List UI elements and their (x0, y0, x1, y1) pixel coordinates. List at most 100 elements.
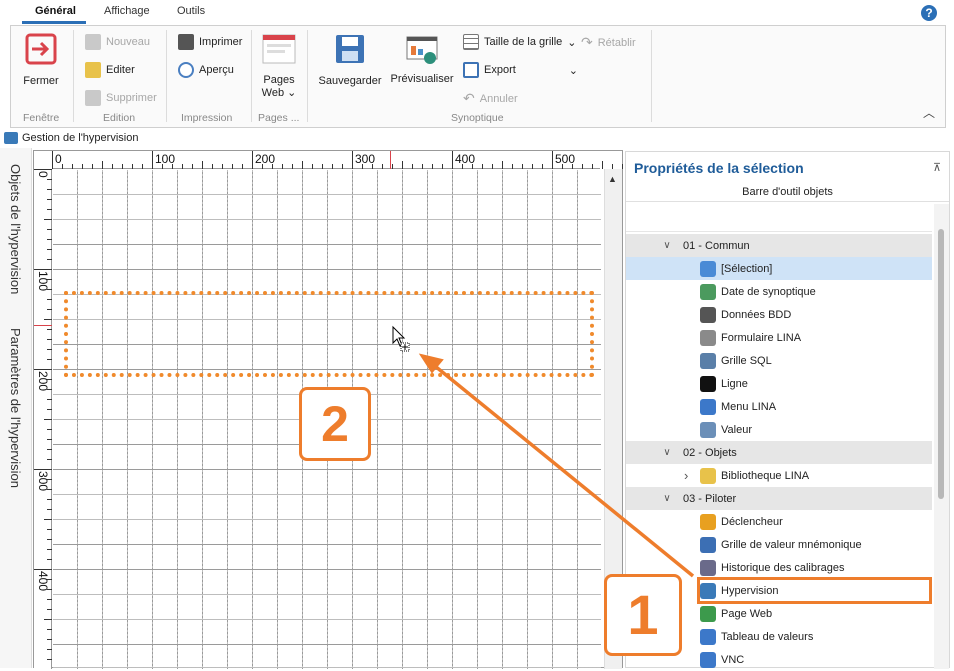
ruler-minor-tick (47, 529, 52, 530)
taille-grille-button[interactable]: Taille de la grille ⌄ (463, 34, 576, 50)
chevron-down-icon[interactable]: ∨ (659, 240, 675, 251)
drag-cursor-icon (392, 325, 410, 352)
chevron-down-icon[interactable]: ∨ (659, 447, 675, 458)
database-icon (700, 306, 716, 323)
ruler-minor-tick (182, 164, 183, 169)
ruler-minor-tick (92, 164, 93, 169)
ruler-tick (252, 151, 253, 169)
editer-button[interactable]: Editer (85, 62, 135, 78)
annuler-label: Annuler (479, 92, 518, 105)
ruler-minor-tick (47, 429, 52, 430)
help-icon[interactable]: ? (921, 5, 937, 21)
design-canvas[interactable]: 0 100 200 300 400 500 0 100 200 300 400 ▲ 2 (33, 150, 643, 669)
category-row[interactable]: ∨ 03 - Piloter (626, 487, 932, 510)
ruler-top: 0 100 200 300 400 500 (52, 151, 643, 169)
category-label: 03 - Piloter (683, 492, 737, 505)
ruler-minor-tick (142, 164, 143, 169)
properties-panel-title: Propriétés de la sélection (634, 160, 804, 176)
properties-scrollbar[interactable] (934, 204, 949, 669)
supprimer-label: Supprimer (106, 92, 157, 104)
group-separator (651, 30, 652, 122)
ruler-minor-tick (47, 359, 52, 360)
list-item[interactable]: [Sélection] (626, 257, 932, 280)
properties-filter-field[interactable] (626, 204, 932, 232)
ruler-tick (152, 151, 153, 169)
active-tab-indicator (22, 21, 86, 24)
previsualiser-button[interactable]: Prévisualiser (389, 34, 455, 85)
tab-general[interactable]: Général (35, 5, 76, 17)
ruler-minor-tick (44, 519, 52, 520)
nouveau-button[interactable]: Nouveau (85, 34, 150, 50)
list-item-label: Bibliotheque LINA (721, 469, 810, 482)
list-item[interactable]: Grille de valeur mnémonique (626, 533, 932, 556)
ruler-minor-tick (112, 164, 113, 169)
category-row[interactable]: ∨ 02 - Objets (626, 441, 932, 464)
ruler-tick-label: 0 (36, 171, 50, 178)
ruler-tick (34, 169, 52, 170)
ruler-tick (34, 469, 52, 470)
vnc-icon (700, 651, 716, 668)
annuler-button[interactable]: ↶ Annuler (463, 90, 518, 107)
list-item[interactable]: › Bibliotheque LINA (626, 464, 932, 487)
group-label-impression: Impression (181, 112, 233, 124)
ruler-minor-tick (422, 164, 423, 169)
list-item[interactable]: Ligne (626, 372, 932, 395)
ruler-minor-tick (47, 629, 52, 630)
list-item[interactable]: Déclencheur (626, 510, 932, 533)
list-item[interactable]: Menu LINA (626, 395, 932, 418)
tab-affichage[interactable]: Affichage (104, 5, 150, 17)
retablir-button[interactable]: ↷ Rétablir (581, 34, 636, 51)
chevron-right-icon[interactable]: › (684, 468, 688, 483)
list-item[interactable]: Données BDD (626, 303, 932, 326)
fermer-button[interactable]: Fermer (21, 32, 61, 87)
pages-web-button[interactable]: Pages Web ⌄ (257, 34, 301, 100)
ruler-minor-tick (47, 259, 52, 260)
ruler-minor-tick (412, 164, 413, 169)
ruler-minor-tick (222, 164, 223, 169)
chevron-down-icon: ⌄ (567, 36, 577, 49)
chevron-down-icon[interactable]: ∨ (659, 493, 675, 504)
ruler-minor-tick (47, 479, 52, 480)
export-label: Export (484, 64, 516, 76)
group-label-fenetre: Fenêtre (23, 112, 60, 124)
category-row[interactable]: ∨ 01 - Commun (626, 234, 932, 257)
ruler-minor-tick (44, 219, 52, 220)
ruler-minor-tick (602, 161, 603, 169)
scroll-thumb[interactable] (938, 229, 944, 499)
callout-step-2: 2 (299, 387, 371, 461)
list-item-label: Ligne (721, 377, 748, 390)
apercu-button[interactable]: Aperçu (178, 62, 234, 78)
ruler-minor-tick (47, 309, 52, 310)
export-button[interactable]: Export ⌄ (463, 62, 578, 78)
tab-outils[interactable]: Outils (177, 5, 205, 17)
ruler-minor-tick (102, 161, 103, 169)
calendar-icon (700, 283, 716, 300)
grid-size-icon (463, 34, 479, 50)
ruler-minor-tick (47, 499, 52, 500)
pages-web-label: Pages (263, 74, 295, 86)
ruler-minor-tick (532, 164, 533, 169)
sauvegarder-button[interactable]: Sauvegarder (317, 32, 383, 87)
ruler-minor-tick (47, 509, 52, 510)
tab-objets-hypervision[interactable]: Objets de l'hypervision (8, 164, 23, 294)
list-item[interactable]: Valeur (626, 418, 932, 441)
pin-icon[interactable]: ⊼ (933, 161, 941, 174)
list-item[interactable]: Formulaire LINA (626, 326, 932, 349)
folder-icon (700, 467, 716, 484)
ruler-minor-tick (592, 164, 593, 169)
nouveau-label: Nouveau (106, 36, 151, 48)
ruler-minor-tick (47, 439, 52, 440)
scroll-up-icon[interactable]: ▲ (608, 174, 617, 184)
document-tab[interactable]: Gestion de l'hypervision (0, 129, 954, 147)
supprimer-button[interactable]: Supprimer (85, 90, 157, 106)
ruler-tick (34, 569, 52, 570)
ruler-minor-tick (47, 639, 52, 640)
new-icon (85, 34, 101, 50)
hypervision-doc-icon (4, 132, 18, 144)
tab-parametres-hypervision[interactable]: Paramètres de l'hypervision (8, 328, 23, 488)
list-item[interactable]: Date de synoptique (626, 280, 932, 303)
ruler-minor-tick (47, 599, 52, 600)
collapse-ribbon-icon[interactable]: ︿ (923, 104, 935, 121)
list-item[interactable]: Grille SQL (626, 349, 932, 372)
imprimer-button[interactable]: Imprimer (178, 34, 242, 50)
